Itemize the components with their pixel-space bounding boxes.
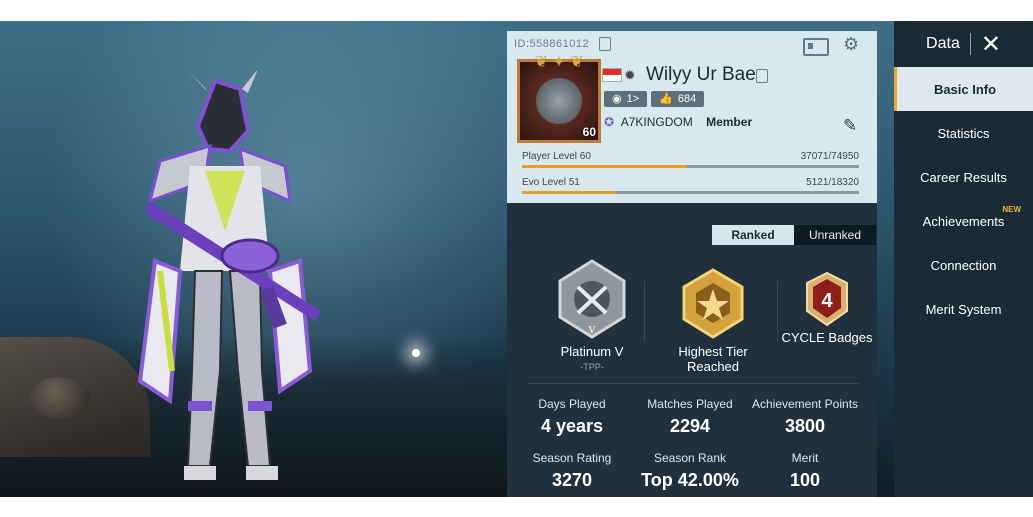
sidebar-item-basic-info[interactable]: Basic Info — [894, 67, 1033, 111]
evo-level-bar — [522, 191, 859, 194]
close-icon[interactable]: ✕ — [981, 30, 1001, 59]
copy-id-icon[interactable] — [598, 37, 611, 51]
stat-merit: Merit 100 — [789, 451, 821, 490]
avatar-emblem-icon — [536, 78, 582, 124]
clan-icon: ✪ — [604, 115, 615, 129]
tab-unranked[interactable]: Unranked — [794, 225, 876, 245]
gold-tier-icon — [682, 268, 744, 339]
player-id: ID:558861012 — [514, 37, 590, 50]
avatar-level: 60 — [582, 125, 596, 139]
wings-frame-icon: ❦ ✦ ❦ — [534, 54, 584, 71]
new-badge: NEW — [1002, 205, 1021, 214]
sidebar-item-connection[interactable]: Connection — [894, 243, 1033, 287]
tier-badge[interactable]: V Platinum V -TPP- — [532, 257, 652, 372]
rock — [30, 377, 90, 419]
edit-icon[interactable]: ✎ — [843, 116, 857, 136]
sidebar-item-achievements[interactable]: Achievements NEW — [894, 199, 1033, 243]
cycle-label: CYCLE Badges — [781, 330, 873, 345]
clan-role: Member — [706, 115, 753, 129]
platinum-tier-icon: V — [558, 259, 626, 339]
tier-mode: -TPP- — [580, 362, 604, 372]
player-character-model[interactable] — [110, 71, 340, 491]
stat-matches-played: Matches Played 2294 — [647, 397, 733, 436]
evo-level-xp: 5121/18320 — [806, 177, 859, 188]
player-level-label: Player Level 60 — [522, 151, 591, 162]
distant-light — [412, 349, 420, 357]
id-card-icon[interactable] — [803, 38, 829, 56]
sidebar-item-statistics[interactable]: Statistics — [894, 111, 1033, 155]
sidebar-item-career-results[interactable]: Career Results — [894, 155, 1033, 199]
section-divider — [529, 383, 859, 384]
evo-level-fill — [522, 191, 617, 194]
clan-row[interactable]: ✪ A7KINGDOM Member — [604, 115, 752, 129]
indonesia-flag-icon — [602, 68, 622, 82]
clan-name: A7KINGDOM — [620, 115, 693, 129]
svg-text:V: V — [588, 326, 596, 336]
divider — [969, 33, 971, 55]
highest-tier-label: Highest Tier Reached — [678, 344, 748, 374]
character-scene — [0, 21, 507, 497]
player-level-bar — [522, 165, 859, 168]
stat-season-rating: Season Rating 3270 — [532, 451, 612, 490]
stat-achievement-points: Achievement Points 3800 — [751, 397, 859, 436]
evo-level-label: Evo Level 51 — [522, 177, 580, 188]
gear-icon[interactable]: ⚙ — [843, 34, 859, 55]
copy-name-icon[interactable] — [756, 69, 768, 83]
cycle-number: 4 — [821, 290, 833, 312]
tab-ranked[interactable]: Ranked — [712, 225, 794, 245]
sidebar: Data ✕ Basic Info Statistics Career Resu… — [894, 21, 1033, 497]
player-card: ID:558861012 ⚙ ❦ ✦ ❦ 60 ✹ Wilyy Ur Bae ◉… — [507, 31, 1033, 435]
thumbs-up-icon: 👍 — [659, 93, 673, 105]
game-screen: ID:558861012 ⚙ ❦ ✦ ❦ 60 ✹ Wilyy Ur Bae ◉… — [0, 21, 1033, 497]
stat-season-rank: Season Rank Top 42.00% — [641, 451, 739, 490]
cycle-badge[interactable]: 4 CYCLE Badges — [777, 271, 877, 345]
player-name: Wilyy Ur Bae — [646, 64, 756, 85]
profile-panel: ID:558861012 ⚙ ❦ ✦ ❦ 60 ✹ Wilyy Ur Bae ◉… — [507, 31, 1033, 497]
stat-days-played: Days Played 4 years — [538, 397, 606, 436]
highest-tier-badge[interactable]: Highest Tier Reached — [653, 267, 773, 374]
avatar[interactable]: ❦ ✦ ❦ 60 — [517, 54, 601, 143]
medal-icon: ◉ — [612, 93, 622, 105]
player-level-fill — [522, 165, 688, 168]
sidebar-title: Data — [926, 35, 960, 52]
pill-likes[interactable]: 👍 684 — [651, 91, 705, 107]
player-id-row: ID:558861012 — [514, 37, 611, 51]
rank-badge-icon: ✹ — [624, 67, 636, 83]
mode-tabs: Ranked Unranked — [712, 225, 876, 245]
sidebar-header: Data ✕ — [894, 21, 1033, 67]
player-stat-pills: ◉ 1> 👍 684 ☺ - — [604, 91, 1033, 435]
divider — [644, 281, 645, 341]
cycle-badge-icon: 4 — [806, 271, 848, 327]
pill-popularity[interactable]: ◉ 1> — [604, 91, 648, 107]
sidebar-item-merit-system[interactable]: Merit System — [894, 287, 1033, 331]
tier-name: Platinum V — [560, 344, 624, 359]
player-level-xp: 37071/74950 — [800, 151, 859, 162]
